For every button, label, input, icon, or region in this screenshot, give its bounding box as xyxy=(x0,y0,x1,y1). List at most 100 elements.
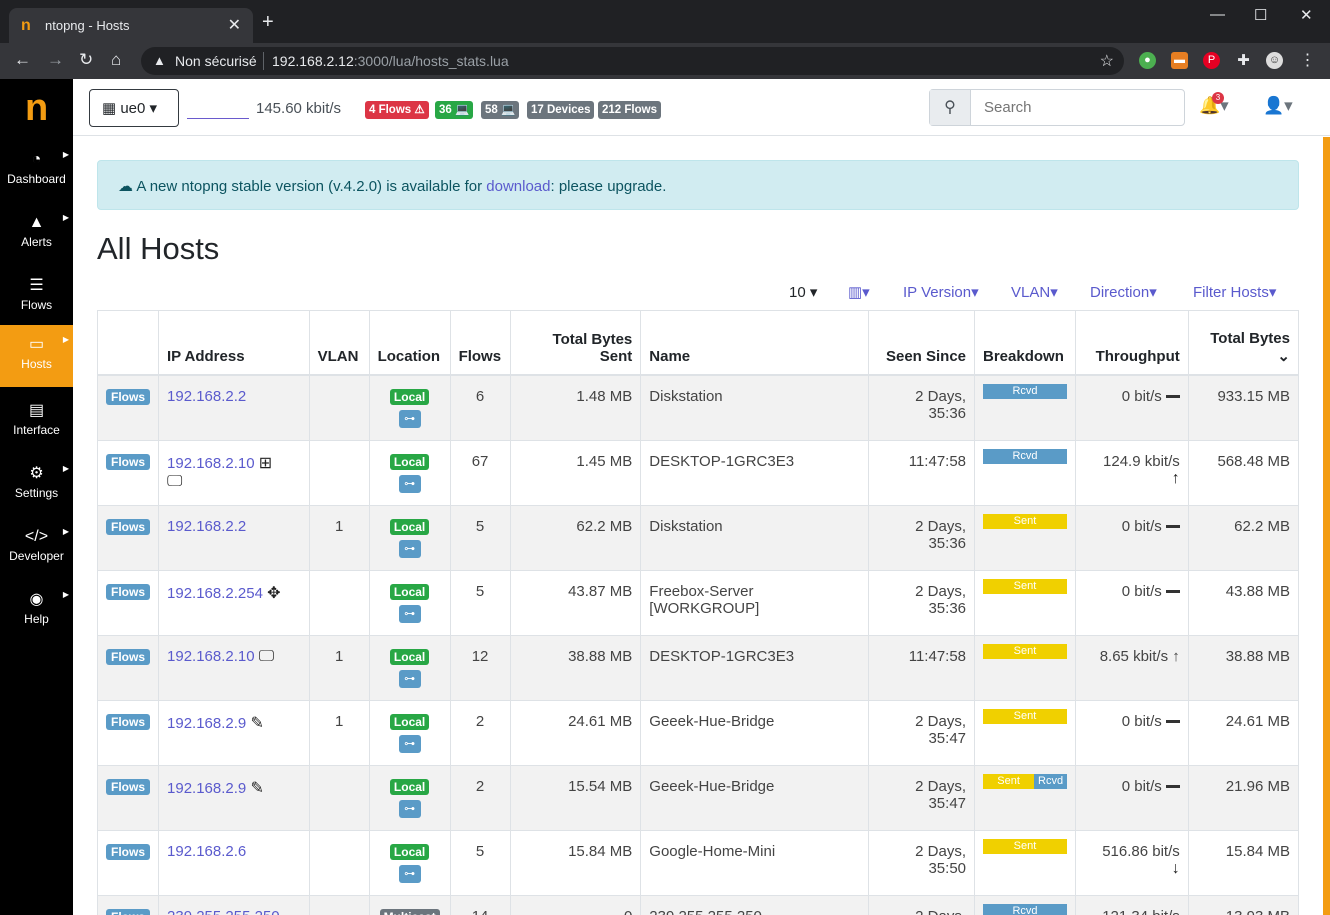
sidebar-item-alerts[interactable]: ▲ Alerts ▶ xyxy=(0,203,73,265)
interface-dropdown[interactable]: ▦ ue0 ▾ xyxy=(89,89,179,127)
search-icon[interactable]: ⚲ xyxy=(930,90,971,125)
host-ip-link[interactable]: 192.168.2.9 xyxy=(167,780,246,797)
header-seen-since[interactable]: Seen Since xyxy=(867,310,976,376)
home-icon[interactable]: ⌂ xyxy=(111,51,121,69)
throughput-cell: 0 bit/s xyxy=(1074,699,1189,766)
flows-button[interactable]: Flows xyxy=(106,518,151,535)
caret-right-icon: ▶ xyxy=(62,590,69,599)
breakdown-cell: Sent xyxy=(974,829,1076,896)
breakdown-cell: Sent xyxy=(974,504,1076,571)
ip-version-dropdown[interactable]: IP Version▾ xyxy=(903,283,979,301)
header-breakdown[interactable]: Breakdown xyxy=(974,310,1076,376)
flows-button[interactable]: Flows xyxy=(106,908,151,915)
header-throughput[interactable]: Throughput xyxy=(1074,310,1189,376)
bookmark-star-icon[interactable]: ☆ xyxy=(1100,51,1114,71)
extension-icon[interactable]: ▬ xyxy=(1171,52,1188,69)
vlan-dropdown[interactable]: VLAN▾ xyxy=(1011,283,1058,301)
header-location[interactable]: Location xyxy=(368,310,451,376)
back-icon[interactable]: ← xyxy=(14,51,31,69)
flow-alerts-badge[interactable]: 4 Flows ⚠ xyxy=(365,101,429,119)
sidebar-item-interface[interactable]: ▤ Interface xyxy=(0,391,73,453)
new-tab-icon[interactable]: + xyxy=(262,12,274,32)
user-menu-icon[interactable]: 👤▾ xyxy=(1263,96,1293,116)
sidebar-item-settings[interactable]: ⚙ Settings ▶ xyxy=(0,454,73,516)
network-icon: ⊶ xyxy=(398,799,421,818)
remote-hosts-badge[interactable]: 58 💻 xyxy=(481,101,520,119)
close-tab-icon[interactable]: ✕ xyxy=(228,15,241,35)
header-bytes-sent[interactable]: Total Bytes Sent xyxy=(509,310,642,376)
extensions-puzzle-icon[interactable]: ✚ xyxy=(1235,52,1252,69)
forward-icon[interactable]: → xyxy=(47,51,64,69)
seen-since: 2 Days, 35:36 xyxy=(867,569,976,636)
header-name[interactable]: Name xyxy=(640,310,869,376)
header-vlan[interactable]: VLAN xyxy=(308,310,370,376)
header-ip[interactable]: IP Address xyxy=(158,310,310,376)
sidebar-item-hosts[interactable]: ▭ Hosts ▶ xyxy=(0,325,73,387)
host-ip-link[interactable]: 192.168.2.254 xyxy=(167,585,263,602)
browser-tab[interactable]: n ntopng - Hosts ✕ xyxy=(9,8,253,43)
minimize-icon[interactable]: — xyxy=(1210,6,1225,23)
trend-down-icon: ↓ xyxy=(1171,859,1180,877)
host-ip-link[interactable]: 192.168.2.10 xyxy=(167,455,255,472)
sort-desc-icon: ⌄ xyxy=(1277,347,1290,365)
devices-badge[interactable]: 17 Devices xyxy=(527,101,595,119)
seen-since: 2 Days, 35:50 xyxy=(867,829,976,896)
profile-avatar-icon[interactable]: ☺ xyxy=(1266,52,1283,69)
location-badge: Local xyxy=(389,583,430,600)
sidebar-item-developer[interactable]: </> Developer ▶ xyxy=(0,517,73,579)
pinterest-extension-icon[interactable]: P xyxy=(1203,52,1220,69)
router-icon: ✥ xyxy=(267,584,281,602)
extension-icon[interactable]: ● xyxy=(1139,52,1156,69)
maximize-icon[interactable]: ☐ xyxy=(1254,6,1267,24)
header-total-bytes[interactable]: Total Bytes ⌄ xyxy=(1187,310,1300,376)
seen-since: 2 Days, 35:36 xyxy=(867,504,976,571)
window-close-icon[interactable]: ✕ xyxy=(1300,6,1313,24)
vlan-cell: 1 xyxy=(308,504,370,571)
table-row: Flows 192.168.2.10 🖵 1 Local ⊶ 12 38.88 MB DESK… xyxy=(96,634,1300,701)
sidebar-item-help[interactable]: ◉ Help ▶ xyxy=(0,580,73,642)
host-ip-link[interactable]: 192.168.2.10 xyxy=(167,648,255,665)
vlan-cell xyxy=(308,764,370,831)
ethernet-icon: ▦ xyxy=(102,100,121,117)
flows-count: 5 xyxy=(449,829,511,896)
address-bar[interactable]: ▲ Non sécurisé 192.168.2.12:3000/lua/hos… xyxy=(141,47,1124,75)
total-bytes: 24.61 MB xyxy=(1187,699,1300,766)
bytes-sent: 0 xyxy=(509,894,642,915)
tab-title: ntopng - Hosts xyxy=(45,18,130,33)
flows-button[interactable]: Flows xyxy=(106,388,151,405)
download-link[interactable]: download xyxy=(486,178,550,195)
vlan-cell xyxy=(308,829,370,896)
iot-device-icon: ✎ xyxy=(250,714,264,732)
location-badge: Local xyxy=(389,648,430,665)
browser-menu-icon[interactable]: ⋮ xyxy=(1299,52,1316,69)
location-badge: Local xyxy=(389,518,430,535)
host-ip-link[interactable]: 192.168.2.2 xyxy=(167,518,246,535)
host-ip-link[interactable]: 192.168.2.2 xyxy=(167,388,246,405)
host-ip-link[interactable]: 192.168.2.9 xyxy=(167,715,246,732)
flows-button[interactable]: Flows xyxy=(106,713,151,730)
page-size-dropdown[interactable]: 10 ▾ xyxy=(789,283,817,301)
flows-button[interactable]: Flows xyxy=(106,843,151,860)
sidebar-item-flows[interactable]: ☰ Flows xyxy=(0,266,73,328)
throughput-cell: 0 bit/s xyxy=(1074,504,1189,571)
host-ip-link[interactable]: 239.255.255.250 xyxy=(167,908,280,915)
ntop-logo[interactable]: n xyxy=(25,89,48,127)
flows-button[interactable]: Flows xyxy=(106,648,151,665)
flows-badge[interactable]: 212 Flows xyxy=(598,101,661,119)
sidebar-item-dashboard[interactable]: ◔ Dashboard ▶ xyxy=(0,140,73,202)
flows-count: 6 xyxy=(449,374,511,441)
host-ip-link[interactable]: 192.168.2.6 xyxy=(167,843,246,860)
header-flows[interactable]: Flows xyxy=(449,310,511,376)
direction-dropdown[interactable]: Direction▾ xyxy=(1090,283,1157,301)
flows-button[interactable]: Flows xyxy=(106,583,151,600)
filter-hosts-dropdown[interactable]: Filter Hosts▾ xyxy=(1193,283,1276,301)
flows-button[interactable]: Flows xyxy=(106,778,151,795)
vlan-cell: 1 xyxy=(308,634,370,701)
breakdown-cell: Rcvd xyxy=(974,374,1076,441)
flows-button[interactable]: Flows xyxy=(106,453,151,470)
local-hosts-badge[interactable]: 36 💻 xyxy=(435,101,474,119)
reload-icon[interactable]: ↻ xyxy=(79,51,93,69)
search-input[interactable] xyxy=(972,90,1182,125)
columns-toggle-icon[interactable]: ▥▾ xyxy=(848,283,870,301)
browser-toolbar: ← → ↻ ⌂ ▲ Non sécurisé 192.168.2.12:3000… xyxy=(0,43,1330,79)
